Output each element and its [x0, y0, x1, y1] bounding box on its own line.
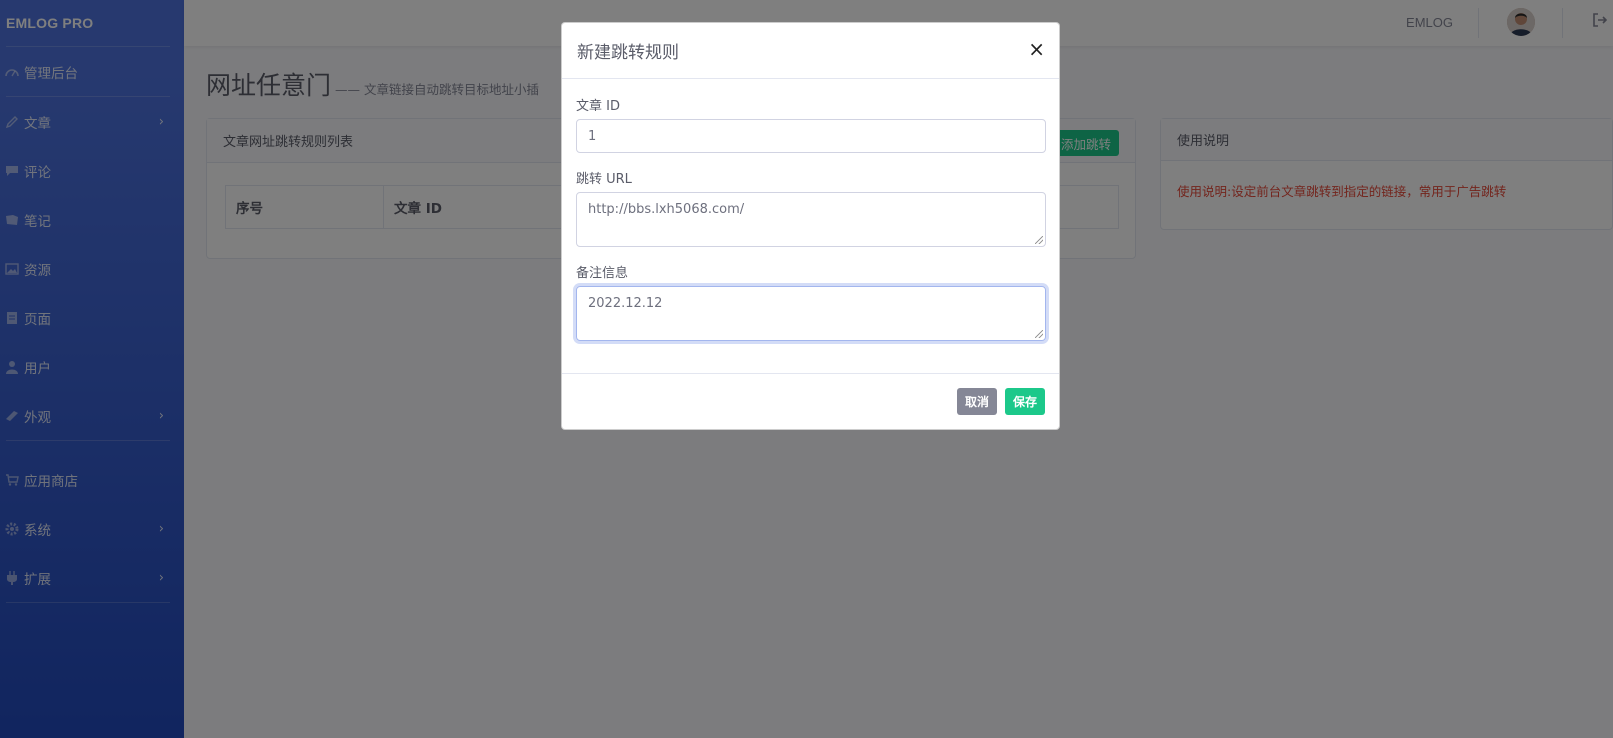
remark-textarea[interactable]: 2022.12.12: [576, 286, 1046, 341]
article-id-label: 文章 ID: [576, 99, 620, 114]
remark-label: 备注信息: [576, 266, 629, 281]
resize-handle-icon[interactable]: [1035, 330, 1043, 338]
modal-title: 新建跳转规则: [577, 43, 679, 63]
redirect-url-label: 跳转 URL: [576, 172, 632, 187]
modal-header: 新建跳转规则 ×: [562, 23, 1059, 79]
resize-handle-icon[interactable]: [1035, 236, 1043, 244]
redirect-url-value: http://bbs.lxh5068.com/: [588, 202, 745, 217]
redirect-url-textarea[interactable]: http://bbs.lxh5068.com/: [576, 192, 1046, 247]
article-id-input[interactable]: 1: [576, 119, 1046, 153]
new-redirect-modal: 新建跳转规则 × 文章 ID 1 跳转 URL http://bbs.lxh50…: [561, 22, 1060, 430]
modal-footer: 取消 保存: [562, 373, 1059, 429]
remark-value: 2022.12.12: [588, 296, 663, 311]
modal-body: 文章 ID 1 跳转 URL http://bbs.lxh5068.com/ 备…: [562, 79, 1059, 341]
close-icon[interactable]: ×: [1028, 39, 1045, 59]
cancel-button[interactable]: 取消: [956, 388, 997, 415]
save-button[interactable]: 保存: [1004, 388, 1045, 415]
